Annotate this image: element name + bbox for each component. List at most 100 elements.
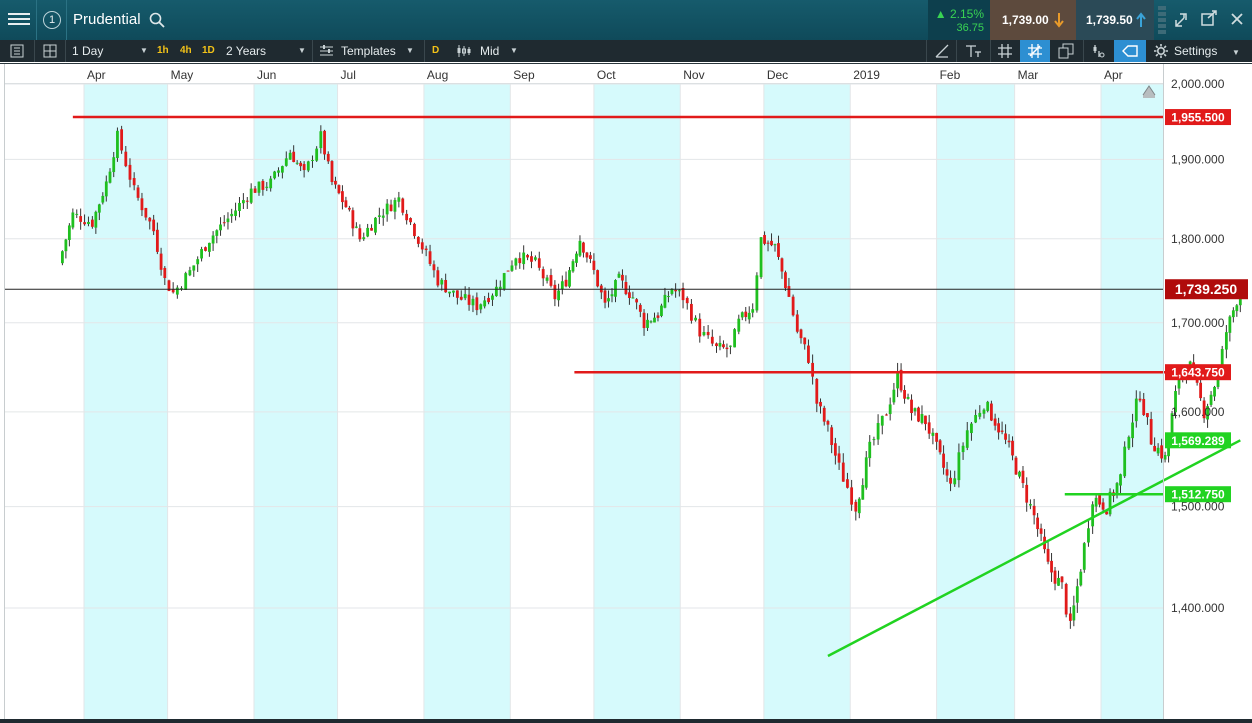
candle-down bbox=[822, 407, 826, 422]
candle-up bbox=[931, 432, 935, 436]
candle-down bbox=[389, 204, 393, 212]
candle-down bbox=[642, 312, 646, 329]
candle-down bbox=[1025, 484, 1029, 503]
candle-down bbox=[826, 421, 830, 425]
candle-up bbox=[857, 498, 861, 514]
candle-up bbox=[607, 298, 610, 302]
popout-icon[interactable] bbox=[1201, 10, 1217, 26]
month-band bbox=[1101, 84, 1163, 720]
candle-down bbox=[685, 297, 689, 304]
chevron-down-icon: ▼ bbox=[140, 46, 148, 55]
search-icon[interactable] bbox=[149, 12, 165, 28]
price-mode-dropdown[interactable]: Mid ▼ bbox=[480, 40, 522, 62]
candle-down bbox=[1032, 505, 1036, 516]
candle-up bbox=[913, 408, 917, 412]
candle-up bbox=[192, 265, 196, 271]
candle-up bbox=[631, 297, 635, 299]
price-chart[interactable]: 2,000.000 1,900.000 1,800.000 1,700.000 1,60… bbox=[0, 63, 1252, 720]
candle-up bbox=[1127, 436, 1131, 449]
candle-down bbox=[1138, 398, 1142, 401]
text-tool-icon[interactable] bbox=[964, 43, 982, 59]
month-label: 2019 bbox=[853, 68, 880, 82]
d-toggle-button[interactable]: D bbox=[432, 40, 439, 62]
hamburger-menu-icon[interactable] bbox=[8, 10, 30, 30]
settings-button[interactable]: Settings bbox=[1174, 40, 1217, 62]
candle-up bbox=[653, 317, 656, 323]
interval-4h-button[interactable]: 4h bbox=[180, 40, 192, 62]
candle-up bbox=[1075, 586, 1079, 603]
interval-1d-button[interactable]: 1D bbox=[202, 40, 215, 62]
arrow-down-icon bbox=[1054, 13, 1064, 28]
candle-up bbox=[184, 273, 188, 290]
list-icon[interactable] bbox=[10, 44, 24, 58]
chevron-down-icon: ▼ bbox=[1232, 48, 1240, 57]
drawing-line-icon[interactable] bbox=[934, 43, 950, 59]
candle-up bbox=[87, 221, 90, 224]
chart-canvas[interactable]: 2,000.000 1,900.000 1,800.000 1,700.000 1,60… bbox=[0, 64, 1252, 720]
candle-down bbox=[1153, 445, 1157, 452]
templates-icon[interactable] bbox=[319, 44, 334, 58]
candle-down bbox=[541, 269, 545, 279]
candle-down bbox=[766, 242, 770, 244]
watchlist-count-badge[interactable]: 1 bbox=[43, 11, 61, 29]
candle-down bbox=[997, 423, 1001, 433]
gear-icon[interactable] bbox=[1153, 43, 1169, 59]
copy-icon[interactable] bbox=[1058, 43, 1074, 59]
candlestick-type-icon[interactable] bbox=[456, 44, 472, 58]
settings-dropdown[interactable]: ▼ bbox=[1232, 40, 1252, 62]
candle-up bbox=[288, 152, 292, 160]
candle-up bbox=[211, 235, 215, 244]
candle-up bbox=[575, 253, 578, 263]
interval-1h-button[interactable]: 1h bbox=[157, 40, 169, 62]
candle-down bbox=[1101, 502, 1105, 510]
price-tick-label: 1,600.000 bbox=[1171, 405, 1225, 419]
toolbar-divider bbox=[65, 40, 66, 62]
candle-up bbox=[545, 277, 549, 281]
candle-down bbox=[124, 151, 128, 167]
change-absolute: 36.75 bbox=[956, 22, 984, 34]
indicator-icon[interactable] bbox=[1091, 43, 1107, 59]
interval-dropdown[interactable]: 1 Day ▼ bbox=[72, 40, 150, 62]
crosshair-toggle-button[interactable] bbox=[1020, 40, 1050, 62]
candle-up bbox=[1163, 454, 1167, 460]
month-label: May bbox=[171, 68, 194, 82]
candle-up bbox=[974, 415, 978, 423]
expand-icon[interactable] bbox=[1175, 13, 1187, 27]
candle-down bbox=[405, 213, 409, 221]
candle-down bbox=[799, 329, 803, 339]
candle-down bbox=[830, 427, 834, 446]
close-icon[interactable] bbox=[1231, 13, 1243, 25]
candle-up bbox=[617, 273, 621, 278]
candle-down bbox=[326, 153, 330, 162]
candle-down bbox=[1036, 517, 1040, 530]
candle-up bbox=[1209, 394, 1213, 405]
templates-dropdown[interactable]: Templates ▼ bbox=[341, 40, 421, 62]
candle-up bbox=[491, 295, 494, 300]
header-divider bbox=[36, 0, 37, 40]
chevron-down-icon: ▼ bbox=[510, 46, 518, 55]
instrument-header: 1 Prudential ▲ 2.15% 36.75 1,739.00 1,73… bbox=[0, 0, 1252, 40]
candle-down bbox=[763, 234, 766, 244]
candle-up bbox=[393, 200, 397, 212]
candle-down bbox=[850, 487, 854, 505]
candle-down bbox=[681, 288, 685, 301]
candle-up bbox=[729, 345, 732, 347]
candle-down bbox=[993, 418, 997, 426]
range-dropdown[interactable]: 2 Years ▼ bbox=[226, 40, 308, 62]
candle-down bbox=[518, 258, 522, 264]
candle-down bbox=[144, 207, 148, 218]
candle-down bbox=[204, 247, 207, 251]
candle-down bbox=[155, 229, 159, 252]
templates-label: Templates bbox=[341, 44, 396, 58]
candle-up bbox=[906, 396, 910, 399]
candle-down bbox=[526, 254, 529, 258]
candle-up bbox=[970, 423, 973, 434]
candle-up bbox=[953, 478, 957, 485]
grid-toggle-icon[interactable] bbox=[997, 43, 1013, 59]
candle-up bbox=[1156, 447, 1160, 454]
layout-grid-icon[interactable] bbox=[43, 44, 57, 58]
alert-toggle-button[interactable] bbox=[1114, 40, 1146, 62]
candle-down bbox=[638, 304, 642, 312]
chevron-down-icon: ▼ bbox=[406, 46, 414, 55]
candle-up bbox=[578, 240, 582, 256]
